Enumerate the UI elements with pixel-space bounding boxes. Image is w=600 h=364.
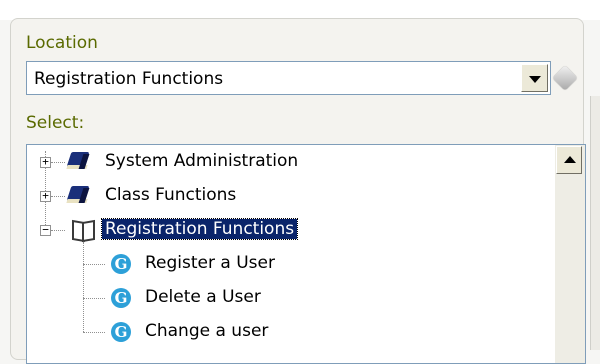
tree-item-change-user[interactable]: Change a user [145, 321, 268, 341]
function-g-icon: G [111, 288, 131, 308]
tree-item-registration-functions[interactable]: Registration Functions [100, 218, 299, 240]
book-icon [66, 185, 91, 205]
tree-connector [83, 264, 105, 265]
location-label: Location [26, 33, 98, 53]
tree-connector [83, 242, 84, 332]
location-dropdown[interactable]: Registration Functions [26, 61, 551, 95]
select-label: Select: [26, 113, 85, 133]
collapse-toggle[interactable]: − [40, 224, 51, 236]
tree-connector [51, 230, 65, 231]
tree-connector [83, 332, 105, 333]
tree-item-system-administration[interactable]: System Administration [105, 151, 298, 171]
scroll-up-button[interactable] [556, 146, 582, 174]
tree-connector [51, 162, 65, 163]
tree-connector [51, 196, 65, 197]
function-tree[interactable]: + System Administration + Class Function… [26, 144, 586, 364]
function-g-icon: G [111, 254, 131, 274]
function-g-icon: G [111, 322, 131, 342]
tree-item-delete-user[interactable]: Delete a User [145, 287, 261, 307]
tree-connector [83, 298, 105, 299]
expand-toggle[interactable]: + [40, 156, 51, 168]
dropdown-arrow-button[interactable] [521, 64, 548, 92]
tree-item-class-functions[interactable]: Class Functions [105, 185, 236, 205]
tree-item-register-user[interactable]: Register a User [145, 253, 275, 273]
adjacent-panel-edge [590, 96, 600, 350]
tree-vertical-scrollbar[interactable] [555, 145, 585, 363]
open-book-icon [71, 218, 95, 243]
expand-toggle[interactable]: + [40, 190, 51, 202]
location-selected-value: Registration Functions [34, 69, 224, 89]
book-icon [66, 151, 91, 171]
window-top-strip [0, 0, 600, 20]
